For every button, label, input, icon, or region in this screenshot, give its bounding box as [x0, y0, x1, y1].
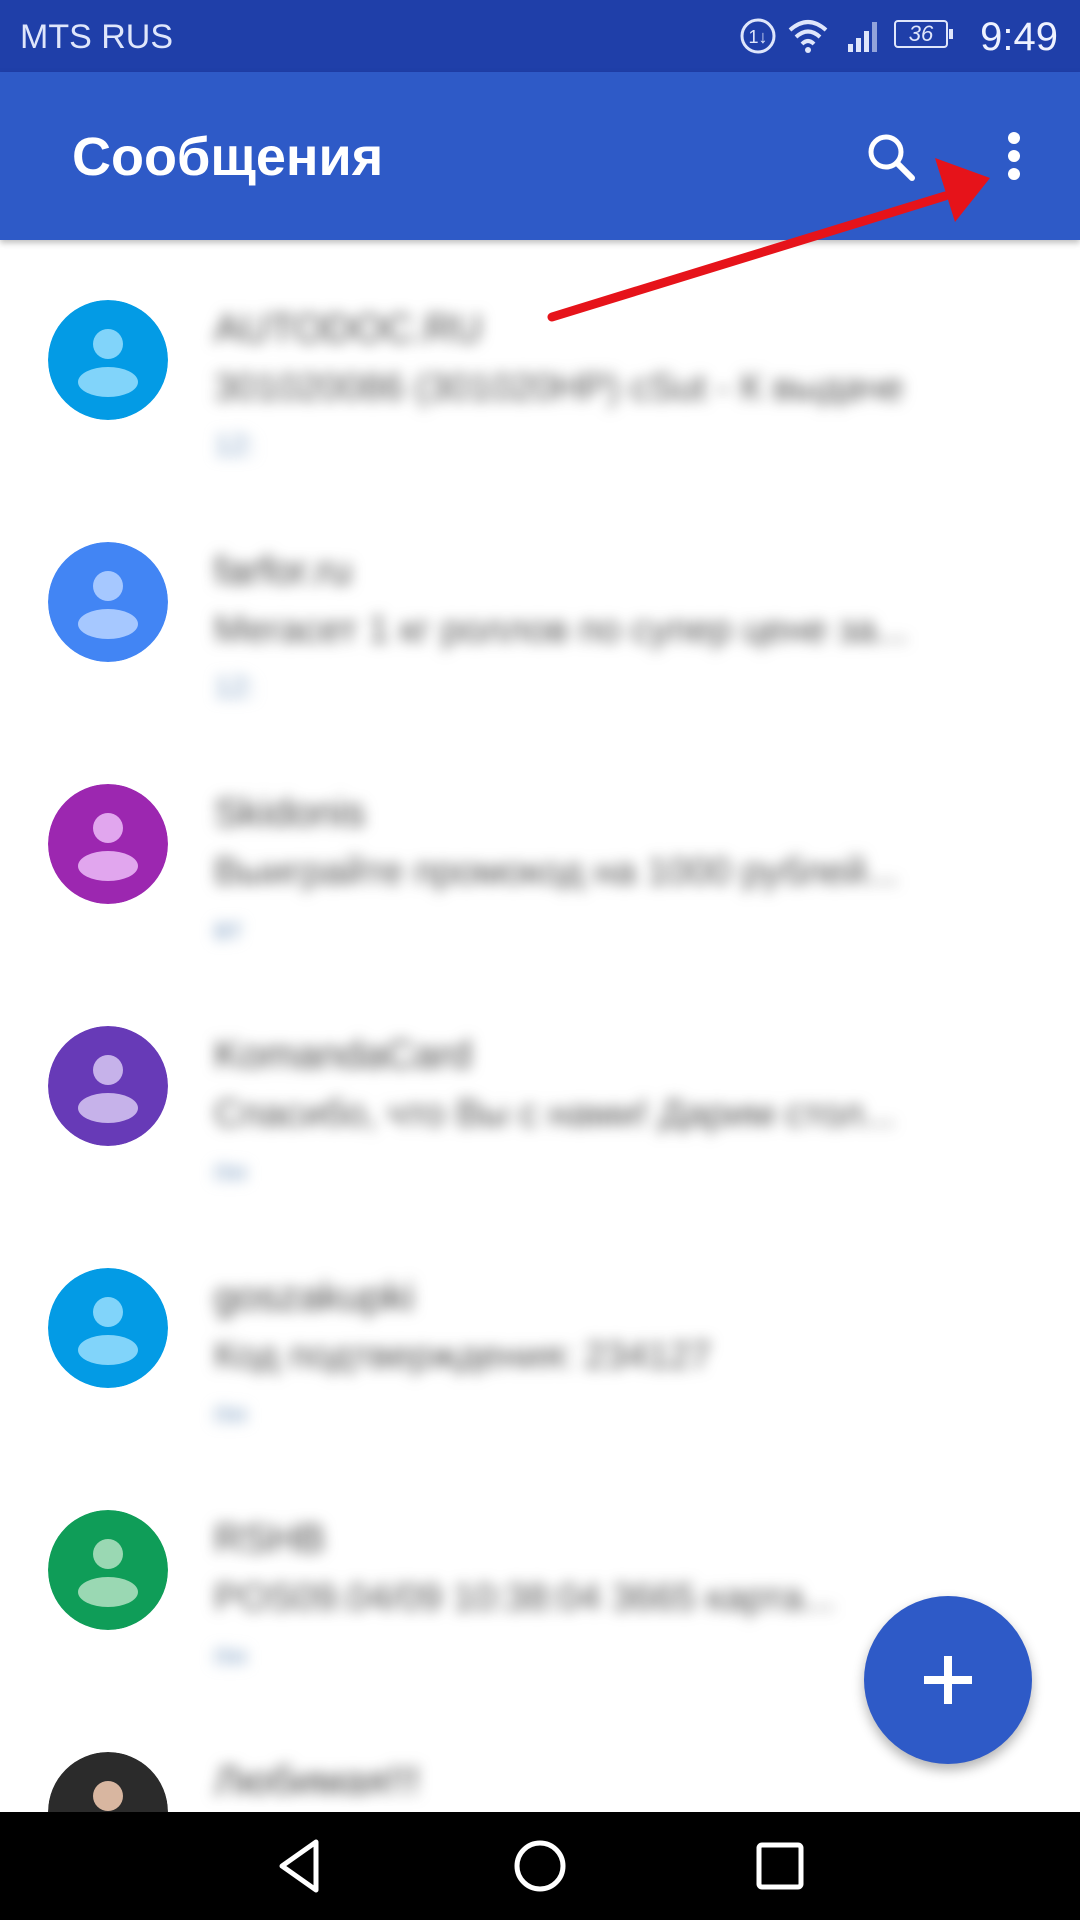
- conversation-text: Skidonis Выиграйте промокод на 1000 рубле…: [214, 784, 994, 958]
- contact-avatar-icon: [48, 1752, 168, 1812]
- conversation-text: AUTODOC.RU 301020086 (301020HP) cSut - К …: [214, 300, 994, 474]
- contact-avatar-icon: [48, 1510, 168, 1630]
- message-time: пн: [214, 1397, 247, 1430]
- contact-avatar-icon: [48, 1268, 168, 1388]
- sender-name: goszakupki: [214, 1275, 415, 1319]
- data-icon: 1↓: [740, 18, 776, 54]
- sender-name: Любимая!!!: [214, 1759, 421, 1803]
- home-icon[interactable]: [508, 1834, 572, 1898]
- more-vert-icon: [1008, 132, 1020, 180]
- app-bar: Сообщения: [0, 72, 1080, 240]
- message-preview: Выиграйте промокод на 1000 рублей...: [214, 851, 899, 893]
- conversation-item[interactable]: Skidonis Выиграйте промокод на 1000 рубле…: [0, 724, 1080, 966]
- message-preview: 301020086 (301020HP) cSut - К выдаче: [214, 367, 904, 409]
- conversation-item[interactable]: AUTODOC.RU 301020086 (301020HP) cSut - К …: [0, 240, 1080, 482]
- recents-icon[interactable]: [748, 1834, 812, 1898]
- message-preview: Мегасет 1 кг роллов по супер цене за...: [214, 609, 909, 651]
- sender-name: Skidonis: [214, 791, 366, 835]
- search-icon: [868, 134, 915, 181]
- battery-icon: 36: [894, 20, 953, 48]
- plus-icon: [924, 1656, 972, 1704]
- conversation-text: Любимая!!!: [214, 1752, 994, 1812]
- search-button[interactable]: [856, 122, 928, 194]
- message-time: вт: [214, 913, 244, 946]
- sender-name: KomandaCard: [214, 1033, 472, 1077]
- contact-avatar-icon: [48, 1026, 168, 1146]
- conversation-item[interactable]: KomandaCard Спасибо, что Вы с нами! Дарим…: [0, 966, 1080, 1208]
- back-icon[interactable]: [268, 1834, 332, 1898]
- new-message-button[interactable]: [864, 1596, 1032, 1764]
- contact-avatar-icon: [48, 300, 168, 420]
- svg-text:1↓: 1↓: [748, 27, 767, 47]
- carrier-name: MTS RUS: [20, 18, 173, 56]
- wifi-icon: [788, 20, 828, 53]
- message-time: 12:: [214, 671, 256, 704]
- message-preview: Код подтверждения: 234127: [214, 1335, 712, 1377]
- signal-icon: [848, 22, 877, 52]
- conversation-text: goszakupki Код подтверждения: 234127 пн: [214, 1268, 994, 1442]
- conversation-text: KomandaCard Спасибо, что Вы с нами! Дарим…: [214, 1026, 994, 1200]
- message-time: пн: [214, 1155, 247, 1188]
- sender-name: AUTODOC.RU: [214, 307, 483, 351]
- status-bar: MTS RUS 1↓ 36 9:49: [0, 0, 1080, 72]
- page-title: Сообщения: [72, 127, 384, 187]
- conversation-item[interactable]: goszakupki Код подтверждения: 234127 пн: [0, 1208, 1080, 1450]
- contact-avatar-icon: [48, 784, 168, 904]
- navigation-bar: [0, 1812, 1080, 1920]
- message-preview: Спасибо, что Вы с нами! Дарим стол...: [214, 1093, 896, 1135]
- conversation-item[interactable]: farfor.ru Мегасет 1 кг роллов по супер це…: [0, 482, 1080, 724]
- conversation-list[interactable]: AUTODOC.RU 301020086 (301020HP) cSut - К …: [0, 240, 1080, 1812]
- sender-name: RSHB: [214, 1517, 326, 1561]
- clock: 9:49: [980, 15, 1058, 59]
- battery-level: 36: [908, 21, 934, 46]
- more-options-button[interactable]: [978, 122, 1050, 194]
- conversation-text: farfor.ru Мегасет 1 кг роллов по супер це…: [214, 542, 994, 716]
- contact-avatar-icon: [48, 542, 168, 662]
- message-time: 12:: [214, 429, 256, 462]
- sender-name: farfor.ru: [214, 549, 352, 593]
- message-preview: POS09.04/09 10:38:04 3665 карта...: [214, 1577, 835, 1619]
